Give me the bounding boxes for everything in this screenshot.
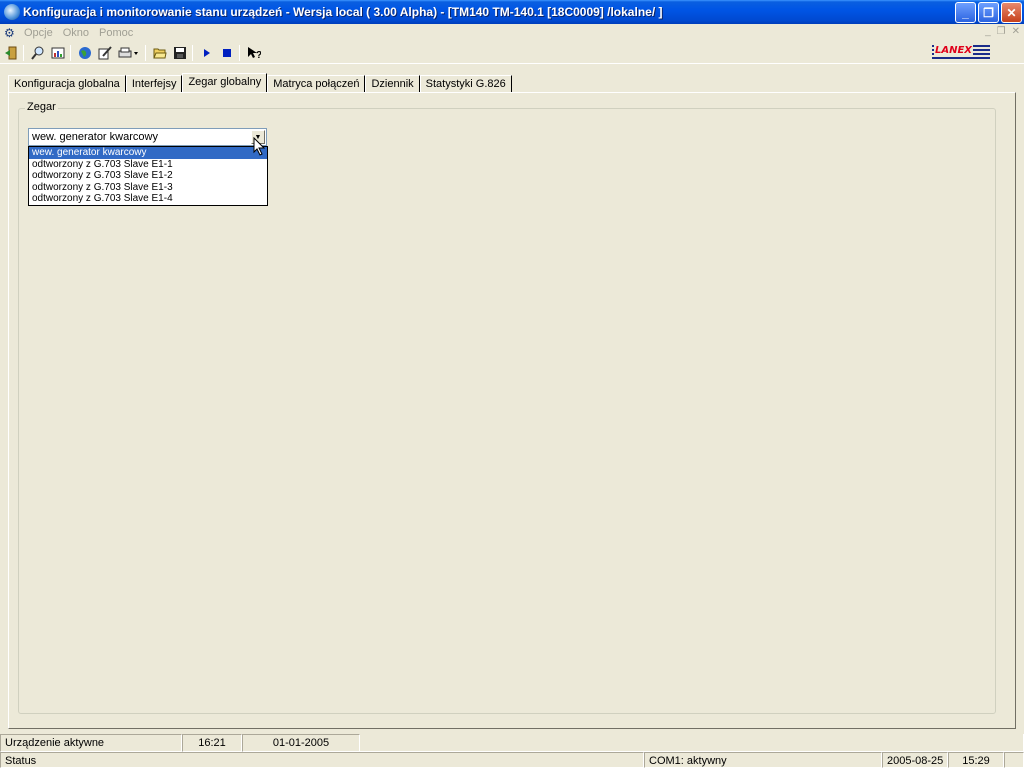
- help-icon[interactable]: ?: [245, 44, 263, 62]
- app-icon[interactable]: [4, 4, 20, 20]
- clock-group-label: Zegar: [25, 101, 58, 113]
- edit-icon[interactable]: [96, 44, 114, 62]
- lanex-logo: LANEX: [932, 45, 990, 59]
- mdi-close-button[interactable]: ✕: [1012, 26, 1020, 37]
- window-title: Konfiguracja i monitorowanie stanu urząd…: [23, 5, 663, 19]
- mdi-minimize-button[interactable]: _: [985, 26, 991, 37]
- search-icon[interactable]: [29, 44, 47, 62]
- exit-icon[interactable]: [2, 44, 20, 62]
- dropdown-option[interactable]: odtworzony z G.703 Slave E1-4: [29, 193, 267, 205]
- mouse-cursor-icon: [253, 137, 266, 156]
- maximize-button[interactable]: ❐: [978, 2, 999, 23]
- status-label: Status: [0, 752, 644, 768]
- toolbar-separator: [239, 44, 240, 61]
- mdi-restore-button[interactable]: ❐: [997, 26, 1006, 37]
- dropdown-option[interactable]: odtworzony z G.703 Slave E1-1: [29, 159, 267, 171]
- tab-zegar-globalny[interactable]: Zegar globalny: [182, 73, 268, 93]
- toolbar-separator: [23, 44, 24, 61]
- status-time: 15:29: [948, 752, 1004, 768]
- tab-statystyki-g826[interactable]: Statystyki G.826: [419, 75, 512, 93]
- resize-grip[interactable]: [1004, 752, 1024, 768]
- status-date: 2005-08-25: [882, 752, 948, 768]
- toolbar-separator: [145, 44, 146, 61]
- toolbar-separator: [70, 44, 71, 61]
- toolbar: ? LANEX: [0, 42, 1024, 64]
- status-bar: Status COM1: aktywny 2005-08-25 15:29: [0, 752, 1024, 768]
- menu-okno[interactable]: Okno: [63, 27, 89, 39]
- tab-dziennik[interactable]: Dziennik: [365, 75, 420, 93]
- tab-strip: Konfiguracja globalna Interfejsy Zegar g…: [8, 73, 512, 93]
- stop-icon[interactable]: [218, 44, 236, 62]
- svg-text:?: ?: [256, 50, 261, 60]
- logo-text: LANEX: [934, 45, 974, 56]
- save-icon[interactable]: [171, 44, 189, 62]
- dropdown-option[interactable]: odtworzony z G.703 Slave E1-3: [29, 182, 267, 194]
- play-icon[interactable]: [198, 44, 216, 62]
- menu-opcje[interactable]: Opcje: [24, 27, 53, 39]
- com-status: COM1: aktywny: [644, 752, 882, 768]
- clock-source-value: wew. generator kwarcowy: [32, 131, 158, 143]
- toolbar-separator: [192, 44, 193, 61]
- globe-icon[interactable]: [76, 44, 94, 62]
- tab-interfejsy[interactable]: Interfejsy: [125, 75, 183, 93]
- open-folder-icon[interactable]: [151, 44, 169, 62]
- menu-pomoc[interactable]: Pomoc: [99, 27, 133, 39]
- tab-matryca-polaczen[interactable]: Matryca połączeń: [267, 75, 366, 93]
- menu-bar: ⚙ Opcje Okno Pomoc _ ❐ ✕: [0, 24, 1024, 42]
- device-status-bar: Urządzenie aktywne 16:21 01-01-2005: [0, 734, 1024, 752]
- clock-source-select[interactable]: wew. generator kwarcowy ▼: [28, 128, 267, 146]
- title-bar: Konfiguracja i monitorowanie stanu urząd…: [0, 0, 1024, 24]
- clock-source-dropdown: wew. generator kwarcowy odtworzony z G.7…: [28, 146, 268, 206]
- device-date: 01-01-2005: [242, 734, 360, 752]
- print-icon[interactable]: [116, 44, 142, 62]
- device-status-filler: [360, 734, 1024, 752]
- dropdown-option[interactable]: wew. generator kwarcowy: [29, 147, 267, 159]
- close-button[interactable]: ✕: [1001, 2, 1022, 23]
- tab-konfiguracja-globalna[interactable]: Konfiguracja globalna: [8, 75, 126, 93]
- device-time: 16:21: [182, 734, 242, 752]
- dropdown-option[interactable]: odtworzony z G.703 Slave E1-2: [29, 170, 267, 182]
- minimize-button[interactable]: _: [955, 2, 976, 23]
- mdi-document-icon[interactable]: ⚙: [4, 26, 20, 40]
- device-state: Urządzenie aktywne: [0, 734, 182, 752]
- chart-icon[interactable]: [49, 44, 67, 62]
